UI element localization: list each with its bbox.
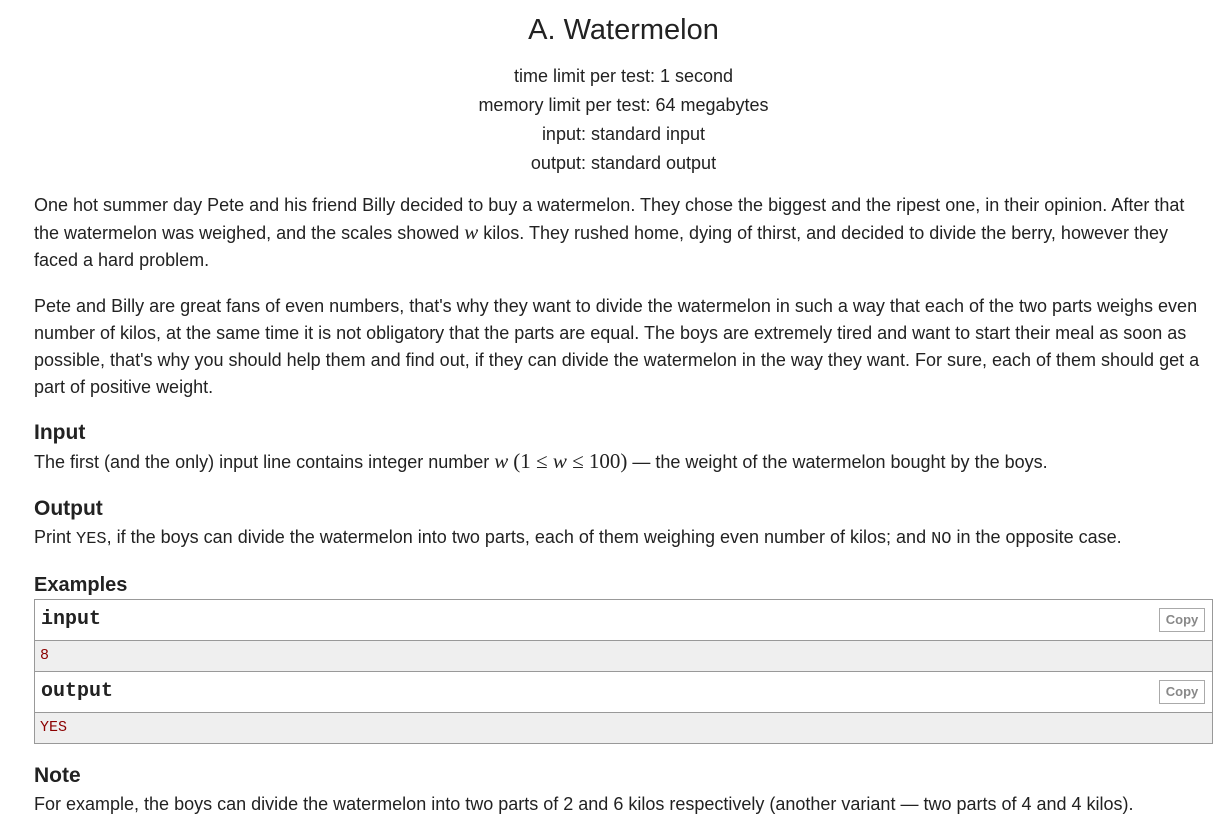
math-var-w: w <box>494 449 509 473</box>
copy-input-button[interactable]: Copy <box>1159 608 1205 632</box>
math-var-w: w <box>552 449 567 473</box>
output-spec: Print YES, if the boys can divide the wa… <box>34 527 1122 549</box>
examples-heading: Examples <box>34 574 128 596</box>
code-yes: YES <box>76 530 107 549</box>
sample-output-header: output Copy <box>35 671 1212 713</box>
sample-output-value[interactable]: YES <box>35 713 1212 743</box>
math-bounds-close: ≤ 100) <box>566 449 628 473</box>
code-no: NO <box>931 530 952 549</box>
output-heading: Output <box>34 497 103 520</box>
math-var-w: w <box>464 220 479 244</box>
output-file: output: standard output <box>530 153 717 173</box>
problem-limits: time limit per test: 1 second memory lim… <box>34 62 1213 178</box>
note-text: For example, the boys can divide the wat… <box>34 794 1134 814</box>
sample-input-header: input Copy <box>35 600 1212 641</box>
sample-output-label: output <box>41 680 114 703</box>
sample-input-label: input <box>41 608 102 631</box>
input-heading: Input <box>34 421 86 444</box>
note-heading: Note <box>34 764 81 787</box>
legend-paragraph-2: Pete and Billy are great fans of even nu… <box>34 296 1200 397</box>
sample-input-value[interactable]: 8 <box>35 641 1212 671</box>
input-spec: The first (and the only) input line cont… <box>34 449 1048 473</box>
math-bounds-open: (1 ≤ <box>513 449 553 473</box>
memory-limit: memory limit per test: 64 megabytes <box>478 95 769 115</box>
sample-test-box: input Copy 8 output Copy YES <box>34 599 1213 744</box>
input-file: input: standard input <box>541 124 706 144</box>
problem-title: A. Watermelon <box>528 14 719 46</box>
copy-output-button[interactable]: Copy <box>1159 680 1205 704</box>
time-limit: time limit per test: 1 second <box>513 66 734 86</box>
legend-paragraph-1: One hot summer day Pete and his friend B… <box>34 195 1185 270</box>
